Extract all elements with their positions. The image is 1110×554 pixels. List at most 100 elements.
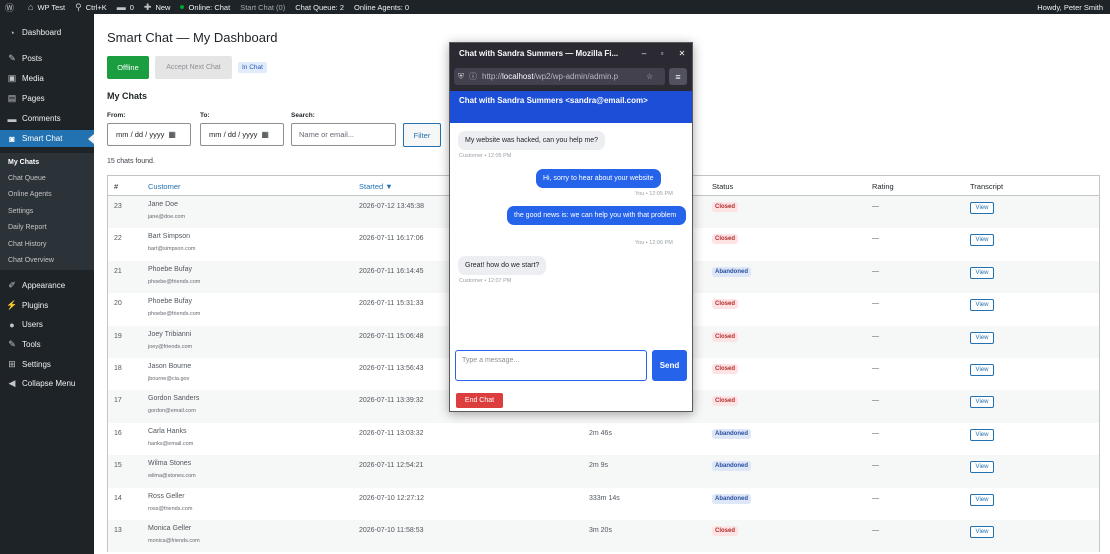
filter-button[interactable]: Filter (403, 123, 441, 147)
popup-url-bar: ⛨ ⓘ http://localhost/wp2/wp-admin/admin.… (450, 64, 692, 91)
shield-icon[interactable]: ⛨ (458, 72, 464, 82)
sidebar-item-plugins[interactable]: ⚡ Plugins (0, 297, 94, 314)
view-transcript-button[interactable]: View (970, 234, 994, 247)
search-input[interactable] (291, 123, 396, 146)
rating-value: — (872, 526, 879, 534)
online-status[interactable]: Online: Chat (175, 0, 235, 14)
view-transcript-button[interactable]: View (970, 202, 994, 214)
customer-email: phoebe@friends.com (148, 311, 201, 318)
start-chat-link[interactable]: Start Chat (0) (235, 0, 290, 14)
sidebar-item-posts[interactable]: ✎ Posts (0, 50, 94, 67)
status-badge: Abandoned (712, 428, 751, 439)
row-id: 20 (114, 300, 122, 308)
wp-logo[interactable]: Ⓦ (0, 0, 23, 14)
chat-queue-link[interactable]: Chat Queue: 2 (290, 0, 349, 14)
url-field[interactable]: ⛨ ⓘ http://localhost/wp2/wp-admin/admin.… (454, 68, 665, 85)
submenu-daily-report[interactable]: Daily Report (0, 220, 94, 236)
customer-name: Joey Tribianni (148, 330, 192, 338)
status-badge: Closed (712, 234, 739, 245)
started-time: 2026-07-11 12:54:21 (359, 462, 424, 470)
sidebar-item-users[interactable]: ● Users (0, 316, 94, 333)
submenu-settings[interactable]: Settings (0, 203, 94, 219)
calendar-icon[interactable]: ▦ (261, 130, 269, 139)
offline-button[interactable]: Offline (107, 56, 149, 79)
view-transcript-button[interactable]: View (970, 493, 994, 506)
wrench-icon: ✎ (8, 339, 16, 349)
view-transcript-button[interactable]: View (970, 299, 994, 312)
bookmark-star-icon[interactable]: ☆ (646, 72, 653, 81)
user-icon: ● (9, 319, 15, 330)
view-transcript-button[interactable]: View (970, 331, 994, 344)
submenu-my-chats[interactable]: My Chats (0, 154, 94, 170)
customer-email: wilma@stones.com (148, 473, 196, 480)
message-meta: You • 12:06 PM (635, 240, 673, 246)
rating-value: — (872, 364, 879, 372)
collapse-icon: ◀ (8, 378, 16, 388)
col-header-customer[interactable]: Customer (148, 182, 181, 191)
dashboard-icon: ◔ (9, 27, 15, 38)
info-icon[interactable]: ⓘ (469, 71, 477, 82)
message-meta: Customer • 12:07 PM (459, 278, 512, 284)
end-chat-button[interactable]: End Chat (456, 393, 503, 408)
sidebar-collapse-menu[interactable]: ◀ Collapse Menu (0, 375, 94, 392)
from-date-input[interactable]: mm / dd / yyyy ▦ (107, 123, 191, 146)
view-transcript-button[interactable]: View (970, 266, 994, 279)
row-id: 17 (114, 397, 122, 405)
comments-link[interactable]: ▬ 0 (112, 0, 139, 14)
send-button[interactable]: Send (652, 350, 687, 381)
rating-value: — (872, 235, 879, 243)
home-icon: ⌂ (28, 2, 34, 12)
view-transcript-button[interactable]: View (970, 525, 994, 538)
status-badge: Closed (712, 525, 739, 536)
sidebar-item-settings[interactable]: ⊞ Settings (0, 356, 94, 373)
submenu-chat-history[interactable]: Chat History (0, 236, 94, 252)
view-transcript-button[interactable]: View (970, 363, 994, 376)
close-icon[interactable]: ✕ (674, 43, 690, 64)
view-transcript-button[interactable]: View (970, 396, 994, 409)
chat-icon: ◙ (9, 133, 15, 144)
customer-email: hanks@email.com (148, 440, 194, 447)
customer-email: ross@friends.com (148, 505, 193, 512)
command-palette[interactable]: ⚲ Ctrl+K (70, 0, 112, 14)
chat-duration: 2m 46s (589, 429, 612, 437)
sidebar-item-smart-chat[interactable]: ◙ Smart Chat (0, 130, 94, 147)
row-id: 15 (114, 462, 122, 470)
submenu-online-agents[interactable]: Online Agents (0, 187, 94, 203)
new-content-link[interactable]: ✚ New (139, 0, 176, 14)
minimize-icon[interactable]: – (636, 43, 652, 64)
sidebar-item-dashboard[interactable]: ◔ Dashboard (0, 24, 94, 41)
sidebar-item-tools[interactable]: ✎ Tools (0, 336, 94, 353)
view-transcript-button[interactable]: View (970, 428, 994, 441)
sidebar-item-comments[interactable]: ▬ Comments (0, 110, 94, 127)
in-chat-badge: In Chat (238, 62, 267, 73)
site-name-link[interactable]: ⌂ WP Test (23, 0, 70, 14)
chat-duration: 333m 14s (589, 494, 620, 502)
message-input[interactable] (462, 357, 642, 364)
calendar-icon[interactable]: ▦ (168, 130, 176, 139)
customer-name: Wilma Stones (148, 460, 192, 468)
submenu-chat-queue[interactable]: Chat Queue (0, 170, 94, 186)
admin-bar: Ⓦ ⌂ WP Test ⚲ Ctrl+K ▬ 0 ✚ New Online: Chat … (0, 0, 1110, 14)
online-dot-icon (180, 5, 185, 9)
rating-value: — (872, 494, 879, 502)
online-agents-link[interactable]: Online Agents: 0 (349, 0, 414, 14)
chat-popup-window: Chat with Sandra Summers — Mozilla Fi...… (449, 42, 693, 412)
sidebar-item-appearance[interactable]: ✐ Appearance (0, 277, 94, 294)
started-time: 2026-07-10 11:58:53 (359, 526, 424, 534)
user-account-menu[interactable]: Howdy, Peter Smith (1032, 0, 1110, 14)
view-transcript-button[interactable]: View (970, 461, 994, 474)
sidebar-item-pages[interactable]: ▤ Pages (0, 90, 94, 107)
started-time: 2026-07-11 13:39:32 (359, 397, 424, 405)
rating-value: — (872, 203, 879, 210)
maximize-icon[interactable]: ▫ (654, 43, 670, 64)
accept-next-chat-button[interactable]: Accept Next Chat (155, 56, 232, 79)
message-meta: You • 12:05 PM (635, 191, 673, 197)
customer-email: joey@friends.com (148, 343, 193, 350)
col-header-started[interactable]: Started ▼ (359, 182, 393, 191)
sidebar-item-media[interactable]: ▣ Media (0, 70, 94, 87)
row-id: 23 (114, 203, 122, 210)
submenu-chat-overview[interactable]: Chat Overview (0, 252, 94, 268)
to-date-input[interactable]: mm / dd / yyyy ▦ (200, 123, 284, 146)
hamburger-menu-icon[interactable]: ≡ (669, 68, 687, 85)
section-title: My Chats (107, 91, 148, 101)
